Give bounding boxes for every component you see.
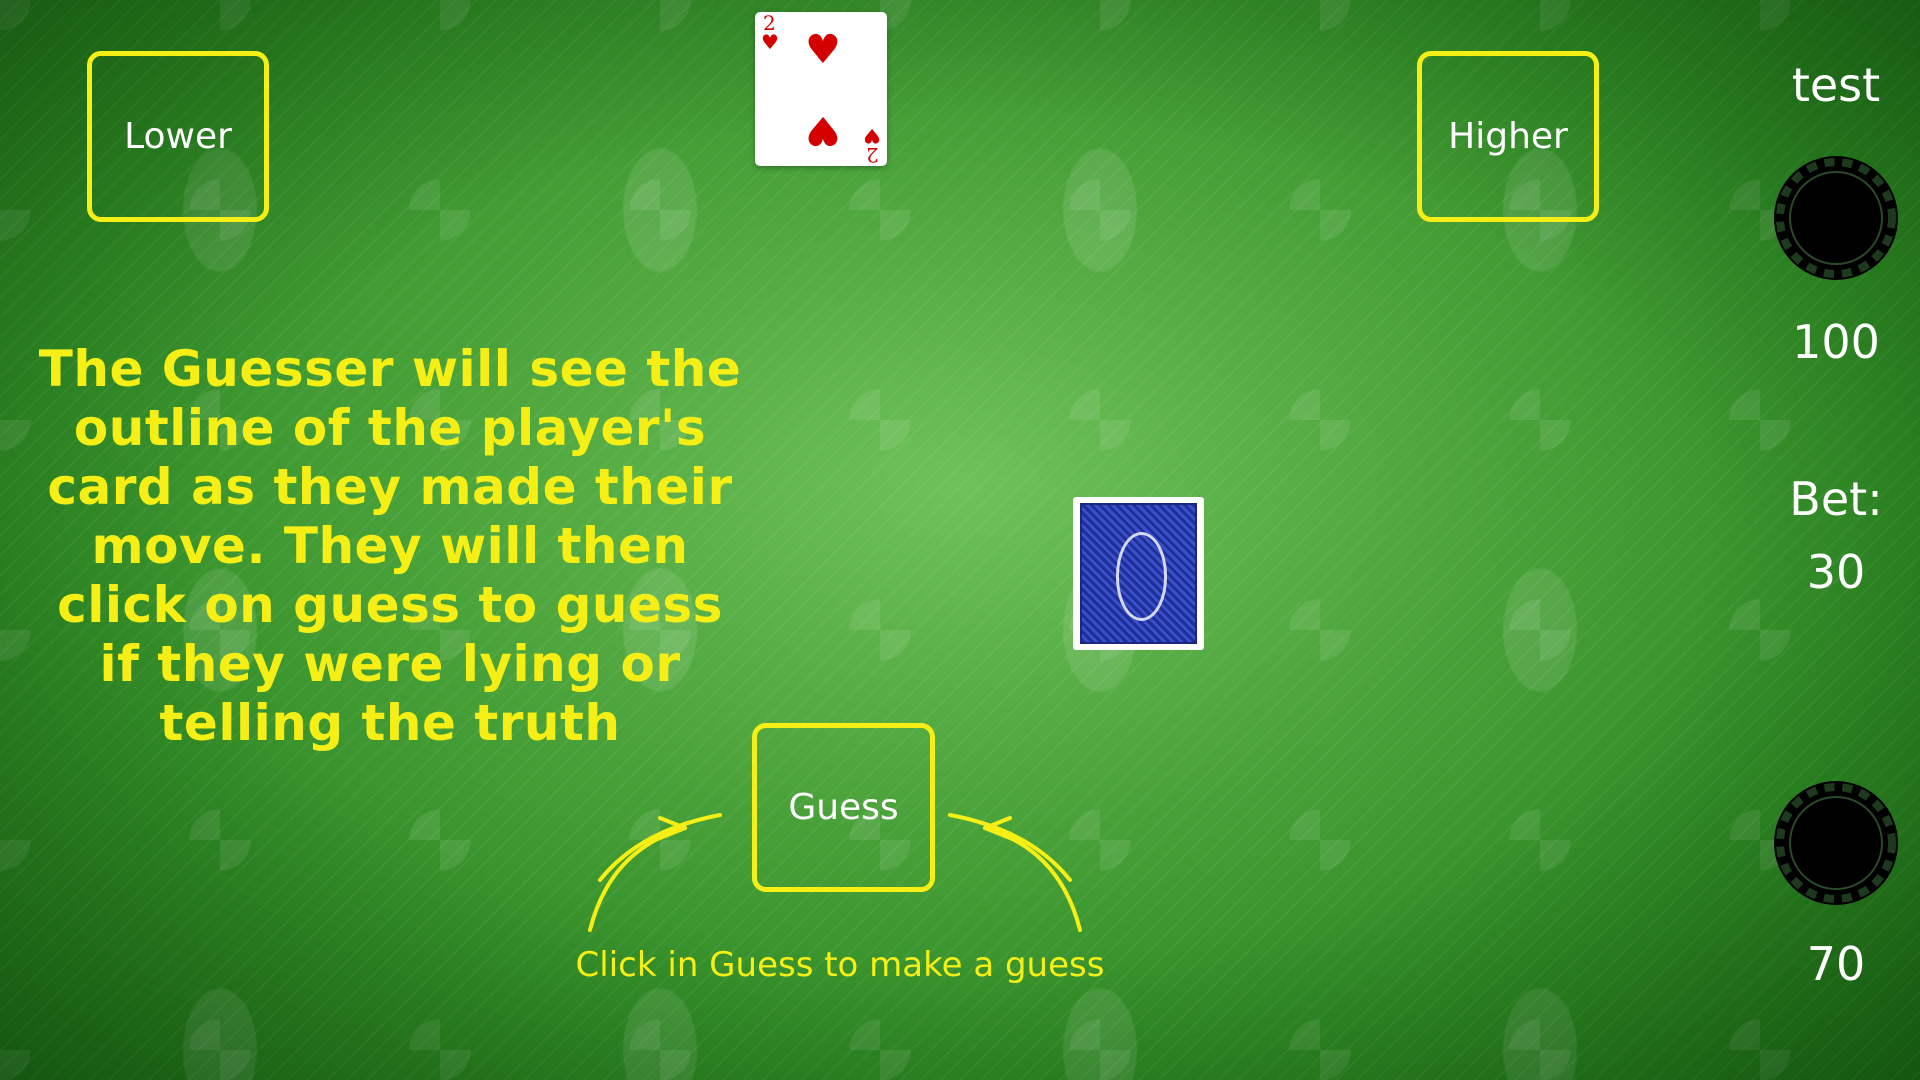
curved-arrow-icon [983, 826, 1082, 932]
player-balance: 100 [1792, 315, 1880, 369]
poker-chip-icon [1774, 781, 1898, 905]
player-card-facedown[interactable] [1073, 497, 1204, 650]
instructions-text: The Guesser will see the outline of the … [38, 340, 742, 752]
card-pip: ♥ [805, 107, 841, 153]
higher-button-label: Higher [1448, 116, 1568, 157]
card-rank-bottom: 2 [866, 143, 879, 167]
guess-button[interactable]: Guess [752, 723, 935, 892]
card-suit-top: ♥ [761, 30, 779, 54]
current-card: 2 ♥ ♥ ♥ ♥ 2 [755, 12, 887, 167]
lower-button-label: Lower [124, 116, 232, 157]
curved-arrow-icon [588, 826, 687, 932]
bet-label: Bet: [1789, 472, 1883, 526]
bet-value: 30 [1806, 545, 1866, 599]
opponent-balance: 70 [1806, 937, 1866, 991]
card-back-pattern [1080, 503, 1197, 644]
guess-button-label: Guess [788, 787, 899, 828]
lower-button[interactable]: Lower [87, 51, 269, 222]
higher-button[interactable]: Higher [1417, 51, 1599, 222]
poker-chip-icon [1774, 156, 1898, 280]
player-name: test [1791, 58, 1881, 112]
card-pip: ♥ [805, 27, 841, 73]
guess-hint: Click in Guess to make a guess [575, 945, 1105, 985]
